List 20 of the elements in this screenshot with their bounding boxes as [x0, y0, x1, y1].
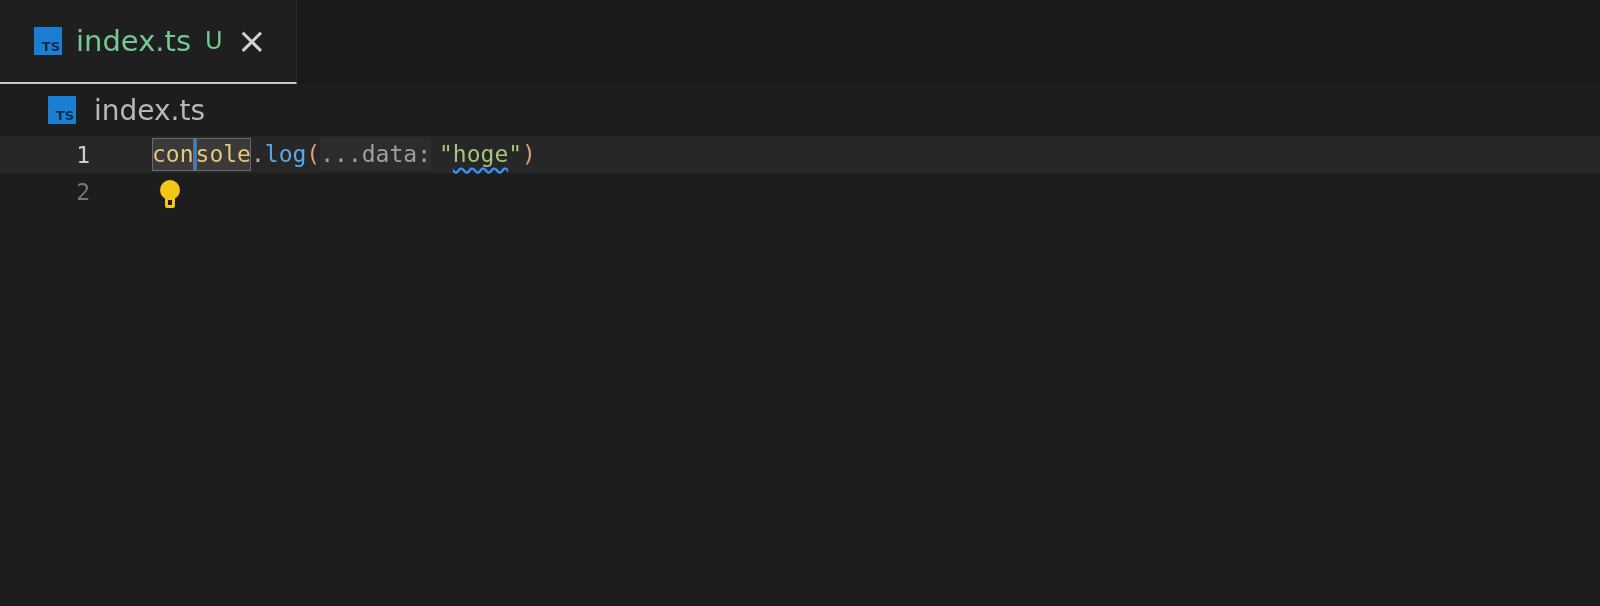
string-token: hoge — [452, 140, 509, 169]
tab-label: index.ts — [76, 24, 192, 58]
string-token: " — [439, 140, 453, 169]
line-number: 2 — [75, 178, 90, 205]
variable-token: con — [152, 138, 194, 171]
close-button[interactable]: × — [236, 23, 267, 59]
editor-tab[interactable]: TS index.ts U × — [0, 0, 297, 84]
lightbulb-icon[interactable] — [158, 178, 182, 209]
untracked-status: U — [205, 27, 223, 55]
variable-token: sole — [195, 138, 251, 171]
string-token: " — [508, 140, 523, 169]
breadcrumb-item[interactable]: index.ts — [94, 93, 206, 127]
bracket-token: ( — [306, 140, 321, 169]
line-number: 1 — [75, 141, 90, 168]
typescript-file-icon: TS — [48, 96, 76, 124]
bracket-token: ) — [522, 140, 536, 169]
function-token: log — [264, 140, 307, 169]
typescript-file-icon: TS — [34, 27, 62, 55]
punctuation-token: . — [250, 140, 265, 169]
inlay-hint: ...data: — [320, 138, 431, 171]
